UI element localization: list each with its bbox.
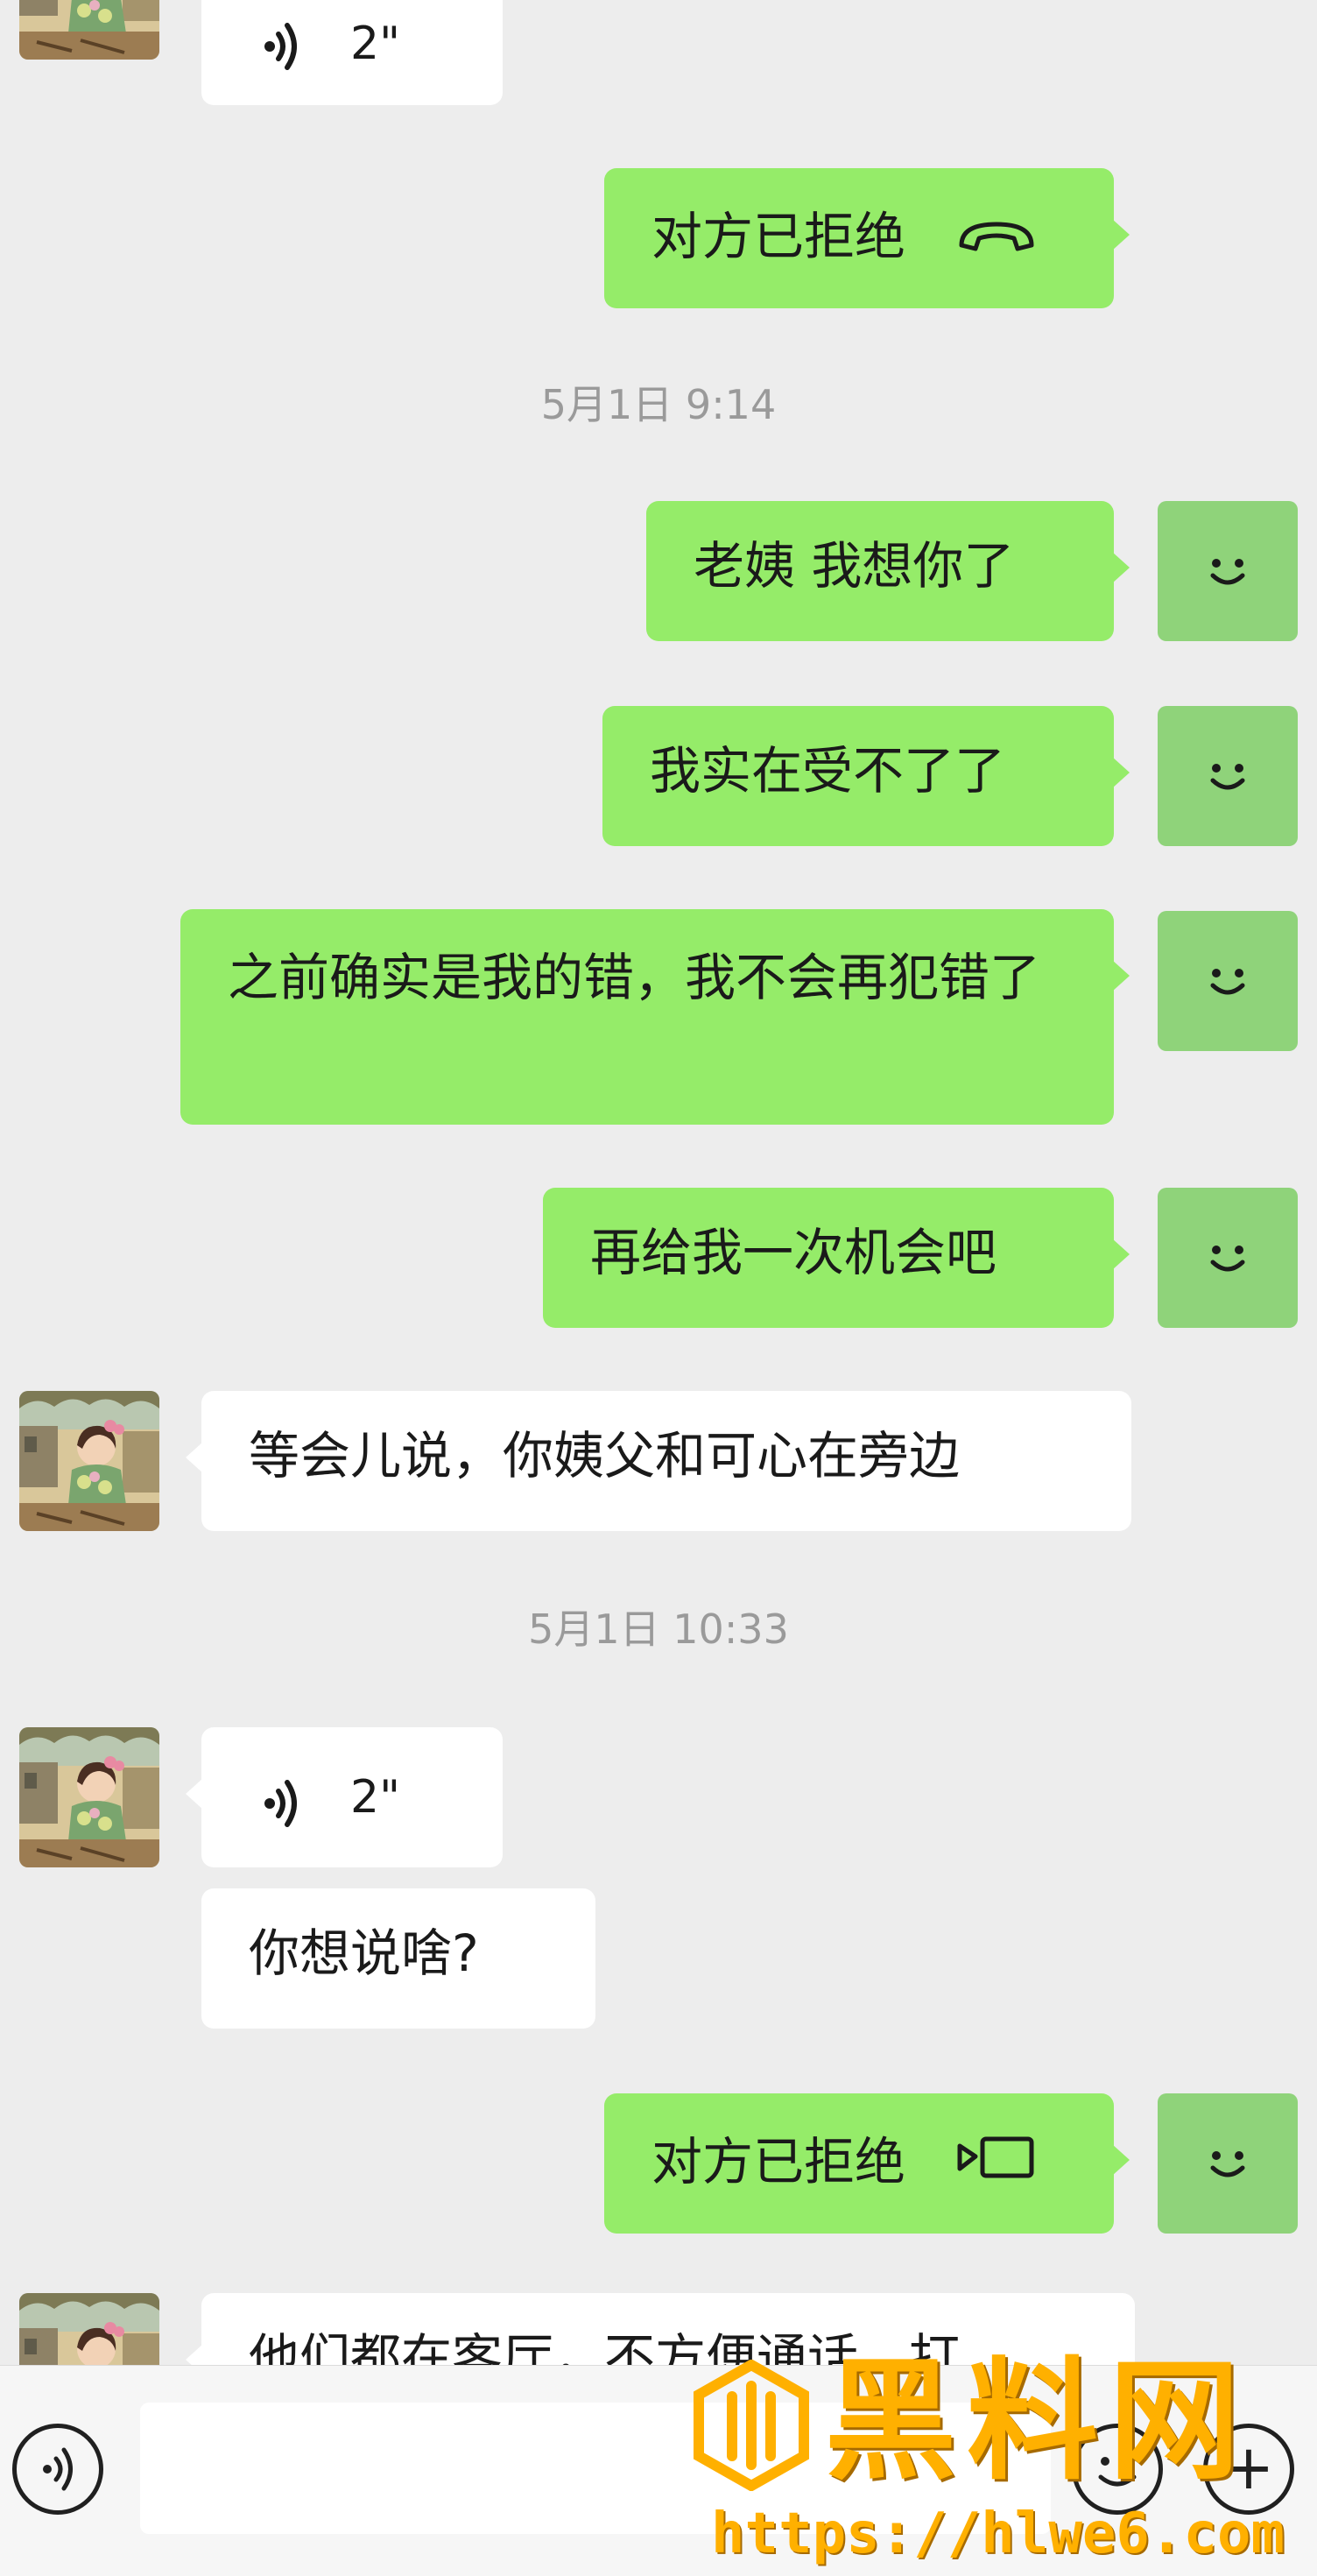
voice-message-bubble[interactable]: 2" <box>201 0 503 105</box>
message-text: 我实在受不了了 <box>650 741 1006 801</box>
cartoon-girl-avatar-icon <box>19 1727 159 1867</box>
received-message-bubble[interactable]: 你想说啥? <box>201 1888 595 2029</box>
message-timestamp: 5月1日 9:14 <box>540 381 777 428</box>
message-text: 再给我一次机会吧 <box>590 1223 997 1282</box>
smiley-face-icon <box>1210 969 1245 995</box>
voice-wave-icon <box>263 1773 301 1848</box>
sent-message-bubble[interactable]: 再给我一次机会吧 <box>543 1188 1130 1328</box>
message-text: 之前确实是我的错，我不会再犯错了 <box>228 948 1041 1007</box>
my-avatar[interactable] <box>1158 911 1298 1051</box>
call-record-bubble[interactable]: 对方已拒绝 <box>604 2093 1130 2234</box>
call-status-text: 对方已拒绝 <box>651 206 906 266</box>
my-avatar[interactable] <box>1158 706 1298 846</box>
smiley-face-icon <box>1210 764 1245 790</box>
voice-message-bubble[interactable]: 2" <box>186 1727 503 1867</box>
contact-avatar[interactable] <box>19 1727 159 1867</box>
voice-duration: 2" <box>350 18 401 70</box>
my-avatar[interactable] <box>1158 1188 1298 1328</box>
message-text: 等会儿说，你姨父和可心在旁边 <box>249 1426 961 1486</box>
call-record-bubble[interactable]: 对方已拒绝 <box>604 168 1130 308</box>
smiley-face-icon <box>1210 2151 1245 2177</box>
my-avatar[interactable] <box>1158 501 1298 641</box>
cartoon-girl-avatar-icon <box>19 1391 159 1531</box>
voice-mode-icon[interactable] <box>12 2424 103 2515</box>
contact-avatar[interactable] <box>19 2293 159 2365</box>
contact-avatar[interactable] <box>19 0 159 60</box>
video-call-icon <box>956 2124 1037 2199</box>
chat-message-list[interactable]: 2" 对方已拒绝 5月1日 9:14 老姨 我想你了 我实在受不了了 之前确实是… <box>0 0 1317 2365</box>
contact-avatar[interactable] <box>19 1391 159 1531</box>
smiley-face-icon <box>1210 559 1245 585</box>
message-timestamp: 5月1日 10:33 <box>528 1606 789 1653</box>
message-text: 你想说啥? <box>249 1923 479 1983</box>
voice-duration: 2" <box>350 1771 401 1824</box>
cartoon-girl-avatar-icon <box>19 2293 159 2365</box>
sent-message-bubble[interactable]: 之前确实是我的错，我不会再犯错了 <box>180 909 1130 1125</box>
message-text: 老姨 我想你了 <box>694 536 1015 596</box>
sent-message-bubble[interactable]: 老姨 我想你了 <box>646 501 1130 641</box>
cartoon-girl-avatar-icon <box>19 0 159 60</box>
watermark-logo-icon <box>690 2359 813 2495</box>
call-status-text: 对方已拒绝 <box>651 2131 906 2191</box>
smiley-face-icon <box>1210 1246 1245 1272</box>
phone-hangup-icon <box>956 199 1037 274</box>
watermark-title: 黑料网 <box>825 2346 1251 2498</box>
voice-wave-icon <box>263 16 301 91</box>
watermark: 黑料网 https://hlwe6.com <box>685 2347 1317 2575</box>
my-avatar[interactable] <box>1158 2093 1298 2234</box>
watermark-url: https://hlwe6.com <box>711 2502 1285 2566</box>
sent-message-bubble[interactable]: 我实在受不了了 <box>602 706 1130 846</box>
received-message-bubble[interactable]: 等会儿说，你姨父和可心在旁边 <box>186 1391 1131 1531</box>
